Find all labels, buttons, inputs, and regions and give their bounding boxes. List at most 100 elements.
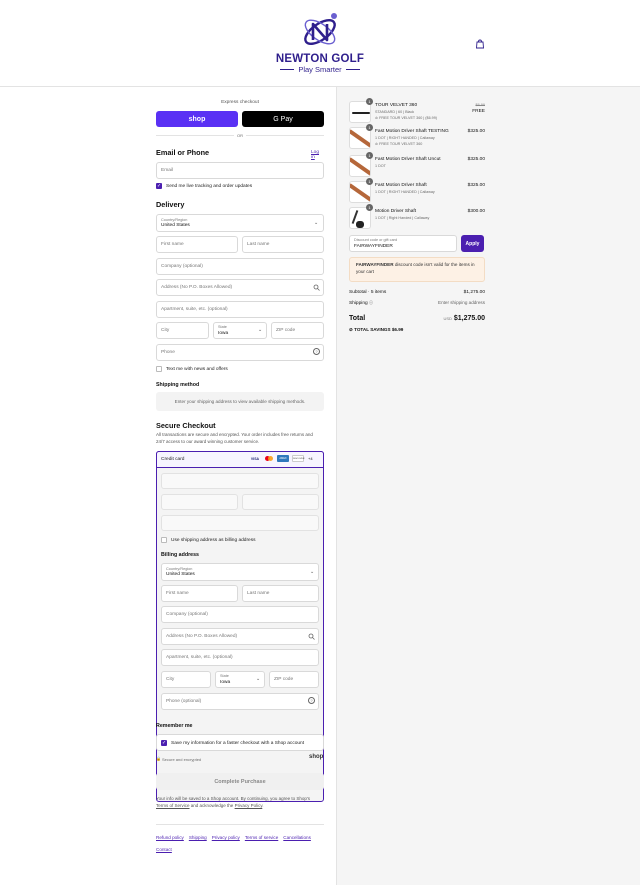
item-variant: 1 DOT | RIGHT HANDED | Callaway [375, 136, 435, 140]
company-field[interactable]: Company (optional) [156, 258, 324, 275]
privacy-link[interactable]: Privacy Policy [235, 803, 263, 808]
legal-notice: Your info will be saved to a Shop accoun… [156, 795, 320, 809]
shopping-bag-icon[interactable] [475, 39, 485, 49]
card-number-field[interactable] [161, 473, 319, 489]
help-icon[interactable]: ? [313, 348, 320, 355]
text-offers-checkbox[interactable] [156, 366, 162, 372]
expiration-field[interactable] [161, 494, 238, 510]
item-name: Fast Motion Driver Shaft TESTING [375, 129, 449, 134]
billing-first-name-field[interactable]: First name [161, 585, 238, 602]
legal-text: and acknowledge the [190, 803, 234, 808]
discount-code-field[interactable]: Discount code or gift card FAIRWAYFINDER [349, 235, 457, 252]
shop-logo: shop [309, 754, 324, 760]
tracking-label: Send me live tracking and order updates [166, 184, 253, 189]
item-discount: ⊘ FREE TOUR VELVET 360 [375, 142, 423, 146]
footer-link-privacy[interactable]: Privacy policy [212, 835, 240, 840]
phone-field[interactable]: Phone [156, 344, 324, 361]
item-name: Motion Driver Shaft [375, 209, 417, 214]
shipping-method-title: Shipping method [156, 382, 200, 388]
country-select[interactable]: Country/Region United States [156, 214, 324, 232]
use-shipping-label: Use shipping address as billing address [171, 538, 256, 543]
discover-icon: DISCOVER [292, 455, 304, 462]
billing-phone-field[interactable]: Phone (optional) [161, 693, 319, 710]
shop-pay-button[interactable]: shop [156, 111, 238, 127]
google-pay-button[interactable]: G Pay [242, 111, 324, 127]
cart-item: 1 Fast Motion Driver Shaft TESTING 1 DOT… [349, 124, 485, 149]
payment-title: Secure Checkout [156, 421, 216, 430]
legal-text: . [262, 803, 264, 808]
item-price: $325.00 [467, 183, 485, 188]
item-variant: 1 DOT | RIGHT HANDED | Callaway [375, 190, 435, 194]
country-value: United States [161, 223, 190, 228]
item-price: $325.00 [467, 129, 485, 134]
save-info-checkbox[interactable]: ✓ [161, 740, 167, 746]
apply-button[interactable]: Apply [461, 235, 484, 252]
billing-title: Billing address [161, 552, 199, 558]
more-cards-badge: +4 [308, 456, 313, 461]
search-icon [308, 633, 315, 640]
billing-apartment-field[interactable]: Apartment, suite, etc. (optional) [161, 649, 319, 666]
billing-state-value: Iowa [220, 679, 231, 685]
total-savings: ⊘ TOTAL SAVINGS $6.99 [349, 327, 403, 333]
brand-logo[interactable]: NEWTON GOLF Play Smarter [268, 10, 372, 78]
quantity-badge: 1 [366, 152, 373, 159]
tracking-checkbox[interactable]: ✓ [156, 183, 162, 189]
cart-item: 1 Fast Motion Driver Shaft 1 DOT | RIGHT… [349, 178, 485, 203]
item-price: $300.00 [467, 209, 485, 214]
billing-country-select[interactable]: Country/Region United States [161, 563, 319, 581]
item-discount-text: FREE TOUR VELVET 360 | ($6.99) [379, 116, 437, 120]
email-field[interactable]: Email [156, 162, 324, 179]
quantity-badge: 1 [366, 178, 373, 185]
cart-item: 1 Motion Driver Shaft 1 DOT | Right Hand… [349, 204, 485, 229]
subtotal-value: $1,275.00 [463, 290, 485, 295]
billing-company-field[interactable]: Company (optional) [161, 606, 319, 623]
complete-purchase-button[interactable]: Complete Purchase [156, 773, 324, 790]
savings-label: TOTAL SAVINGS [354, 327, 391, 332]
first-name-field[interactable]: First name [156, 236, 238, 253]
delivery-title: Delivery [156, 200, 185, 209]
last-name-field[interactable]: Last name [242, 236, 324, 253]
payment-description: All transactions are secure and encrypte… [156, 432, 313, 444]
quantity-badge: 1 [366, 124, 373, 131]
visa-icon: VISA [250, 457, 260, 461]
footer-link-terms[interactable]: Terms of service [245, 835, 278, 840]
security-code-field[interactable] [242, 494, 319, 510]
city-field[interactable]: City [156, 322, 209, 339]
state-value: Iowa [218, 330, 229, 336]
terms-link[interactable]: Terms of Service [156, 803, 190, 808]
item-discount-text: FREE TOUR VELVET 360 [379, 142, 423, 146]
item-variant: 1 DOT | Right Handed | Callaway [375, 216, 430, 220]
billing-address-field[interactable]: Address (No P.O. Boxes Allowed) [161, 628, 319, 645]
footer-link-cancellations[interactable]: Cancellations [283, 835, 311, 840]
item-discount: ⊘ FREE TOUR VELVET 360 | ($6.99) [375, 116, 437, 120]
discount-value: FAIRWAYFINDER [354, 243, 393, 249]
zip-field[interactable]: ZIP code [271, 322, 324, 339]
item-original-price: $6.99 [475, 103, 485, 107]
item-price: $325.00 [467, 157, 485, 162]
login-link[interactable]: Log in [311, 150, 324, 160]
text-offers-label: Text me with news and offers [166, 367, 228, 372]
currency-code: USD [443, 316, 452, 321]
billing-last-name-field[interactable]: Last name [242, 585, 319, 602]
address-field[interactable]: Address (No P.O. Boxes Allowed) [156, 279, 324, 296]
footer-link-contact[interactable]: Contact [156, 847, 172, 852]
name-on-card-field[interactable] [161, 515, 319, 531]
quantity-badge: 1 [366, 98, 373, 105]
item-price: FREE [472, 109, 485, 114]
divider [156, 824, 324, 825]
apartment-field[interactable]: Apartment, suite, etc. (optional) [156, 301, 324, 318]
item-variant: STANDARD | 60 | Black [375, 110, 415, 114]
item-name: Fast Motion Driver Shaft [375, 183, 427, 188]
credit-card-label: Credit card [161, 457, 185, 462]
footer-link-shipping[interactable]: Shipping [189, 835, 207, 840]
billing-country-value: United States [166, 572, 195, 577]
item-variant: 1 DOT [375, 164, 386, 168]
footer-links: Refund policy Shipping Privacy policy Terms… [156, 830, 324, 854]
total-amount: USD $1,275.00 [349, 315, 485, 322]
footer-link-refund[interactable]: Refund policy [156, 835, 184, 840]
help-icon[interactable]: ? [308, 697, 315, 704]
chevron-down-icon: ⌄ [258, 327, 263, 333]
use-shipping-checkbox[interactable] [161, 537, 167, 543]
billing-zip-field[interactable]: ZIP code [269, 671, 319, 688]
billing-city-field[interactable]: City [161, 671, 211, 688]
